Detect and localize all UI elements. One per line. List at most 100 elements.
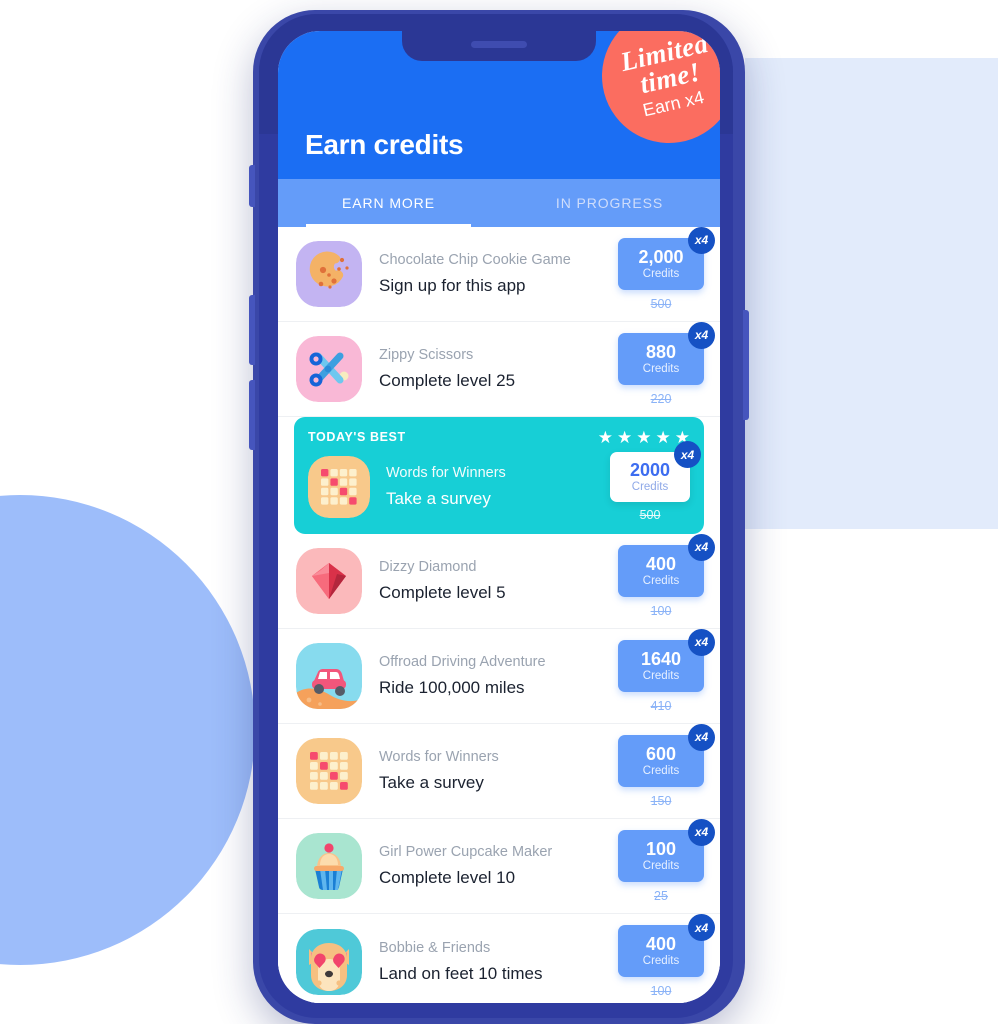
featured-reward-unit: Credits [631, 481, 669, 493]
featured-task: Take a survey [386, 489, 491, 508]
list-item-task: Sign up for this app [379, 276, 526, 295]
reward-unit: Credits [642, 574, 680, 587]
list-item[interactable]: Dizzy Diamond Complete level 5 400 Credi… [278, 533, 720, 629]
list-item-task: Complete level 5 [379, 583, 506, 602]
featured-card-wrapper: TODAY'S BEST ★ ★ ★ ★ ★ Words for Winners… [278, 417, 720, 534]
list-item-task: Complete level 10 [379, 868, 516, 887]
phone-screen: Earn credits Limited time! Earn x4 EARN … [278, 31, 720, 1003]
tab-in-progress-label: IN PROGRESS [555, 195, 664, 211]
star-icon: ★ [655, 427, 671, 447]
featured-app-name: Words for Winners [386, 465, 506, 481]
reward-box[interactable]: 1640 Credits x4 [618, 628, 715, 692]
cookie-icon [296, 241, 362, 307]
featured-label: TODAY'S BEST [308, 430, 406, 444]
list-item[interactable]: Bobbie & Friends Land on feet 10 times 4… [278, 914, 720, 1003]
featured-reward-amount: 2000 [629, 460, 671, 480]
reward-unit: Credits [642, 764, 680, 777]
star-icon: ★ [597, 427, 613, 447]
reward-old-amount: 150 [650, 793, 672, 808]
list-item-text: Words for Winners Take a survey [362, 747, 618, 795]
offroad-car-icon [296, 643, 362, 709]
reward-unit: Credits [642, 955, 680, 967]
volume-up-button[interactable] [249, 295, 255, 365]
tab-in-progress[interactable]: IN PROGRESS [499, 179, 720, 227]
list-item[interactable]: Girl Power Cupcake Maker Complete level … [278, 818, 720, 914]
featured-reward-box[interactable]: 2000 Credits x4 [610, 441, 701, 502]
reward-block[interactable]: 2,000 Credits x4 500 [618, 227, 715, 311]
featured-offer-card[interactable]: TODAY'S BEST ★ ★ ★ ★ ★ Words for Winners… [294, 417, 704, 534]
reward-amount: 2,000 [638, 246, 684, 267]
reward-unit: Credits [642, 669, 680, 682]
offer-list[interactable]: Chocolate Chip Cookie Game Sign up for t… [278, 227, 720, 1003]
list-item-task: Take a survey [379, 773, 484, 792]
reward-block[interactable]: 600 Credits x4 150 [618, 723, 715, 808]
featured-reward-old-amount: 500 [639, 508, 661, 522]
reward-amount: 880 [645, 341, 677, 362]
limited-time-promo-badge[interactable]: Limited time! Earn x4 [592, 31, 720, 153]
multiplier-badge: x4 [688, 818, 715, 846]
diamond-icon [296, 548, 362, 614]
reward-old-amount: 410 [650, 698, 672, 713]
star-icon: ★ [636, 427, 652, 447]
list-item-text: Offroad Driving Adventure Ride 100,000 m… [362, 652, 618, 700]
star-rating: ★ ★ ★ ★ ★ [598, 429, 690, 446]
reward-unit: Credits [642, 859, 680, 872]
list-item[interactable]: Chocolate Chip Cookie Game Sign up for t… [278, 227, 720, 322]
list-item[interactable]: Offroad Driving Adventure Ride 100,000 m… [278, 628, 720, 724]
list-item-app-name: Chocolate Chip Cookie Game [379, 252, 571, 268]
screenshot-root: Earn credits Limited time! Earn x4 EARN … [0, 0, 998, 1024]
list-item[interactable]: Words for Winners Take a survey 600 Cred… [278, 723, 720, 819]
featured-card-body: Words for Winners Take a survey 2000 Cre… [308, 441, 701, 522]
list-item-text: Chocolate Chip Cookie Game Sign up for t… [362, 250, 618, 298]
scissors-icon [296, 336, 362, 402]
tab-earn-more[interactable]: EARN MORE [278, 179, 499, 227]
reward-box[interactable]: 400 Credits x4 [618, 914, 715, 977]
power-button[interactable] [743, 310, 749, 420]
reward-box[interactable]: 880 Credits x4 [618, 321, 715, 385]
tab-bar: EARN MORE IN PROGRESS [278, 179, 720, 227]
reward-box[interactable]: 100 Credits x4 [618, 818, 715, 882]
reward-box[interactable]: 400 Credits x4 [618, 533, 715, 597]
reward-block[interactable]: 400 Credits x4 100 [618, 914, 715, 998]
list-item-app-name: Zippy Scissors [379, 347, 474, 363]
reward-box[interactable]: 2,000 Credits x4 [618, 227, 715, 290]
reward-amount: 400 [645, 934, 677, 954]
tab-earn-more-label: EARN MORE [342, 195, 435, 211]
reward-block[interactable]: 100 Credits x4 25 [618, 818, 715, 903]
background-circle [0, 495, 255, 965]
reward-old-amount: 100 [650, 984, 672, 998]
reward-amount: 400 [645, 553, 677, 574]
reward-old-amount: 220 [650, 391, 672, 406]
featured-card-header: TODAY'S BEST ★ ★ ★ ★ ★ [308, 427, 690, 447]
multiplier-badge: x4 [688, 723, 715, 751]
reward-amount: 1640 [640, 648, 682, 669]
list-item[interactable]: Zippy Scissors Complete level 25 880 Cre… [278, 321, 720, 417]
featured-text: Words for Winners Take a survey [370, 463, 610, 511]
silent-switch-button[interactable] [249, 165, 255, 207]
list-item-task: Ride 100,000 miles [379, 678, 525, 697]
reward-unit: Credits [642, 362, 680, 375]
volume-down-button[interactable] [249, 380, 255, 450]
reward-block[interactable]: 400 Credits x4 100 [618, 533, 715, 618]
words-for-winners-icon [308, 456, 370, 518]
reward-old-amount: 100 [650, 603, 672, 618]
list-item-text: Zippy Scissors Complete level 25 [362, 345, 618, 393]
list-item-text: Dizzy Diamond Complete level 5 [362, 557, 618, 605]
list-item-text: Girl Power Cupcake Maker Complete level … [362, 842, 618, 890]
featured-reward-block[interactable]: 2000 Credits x4 500 [610, 441, 701, 522]
reward-block[interactable]: 880 Credits x4 220 [618, 321, 715, 406]
reward-box[interactable]: 600 Credits x4 [618, 723, 715, 787]
multiplier-badge: x4 [688, 914, 715, 941]
list-item-app-name: Offroad Driving Adventure [379, 654, 546, 670]
list-item-app-name: Words for Winners [379, 749, 499, 765]
page-title: Earn credits [305, 129, 464, 160]
reward-amount: 100 [645, 838, 677, 859]
list-item-task: Land on feet 10 times [379, 963, 543, 983]
multiplier-badge: x4 [674, 441, 701, 468]
star-icon: ★ [617, 427, 633, 447]
dog-icon [296, 928, 362, 995]
list-item-task: Complete level 25 [379, 371, 516, 390]
multiplier-badge: x4 [688, 321, 715, 349]
list-item-app-name: Dizzy Diamond [379, 559, 477, 575]
reward-block[interactable]: 1640 Credits x4 410 [618, 628, 715, 713]
